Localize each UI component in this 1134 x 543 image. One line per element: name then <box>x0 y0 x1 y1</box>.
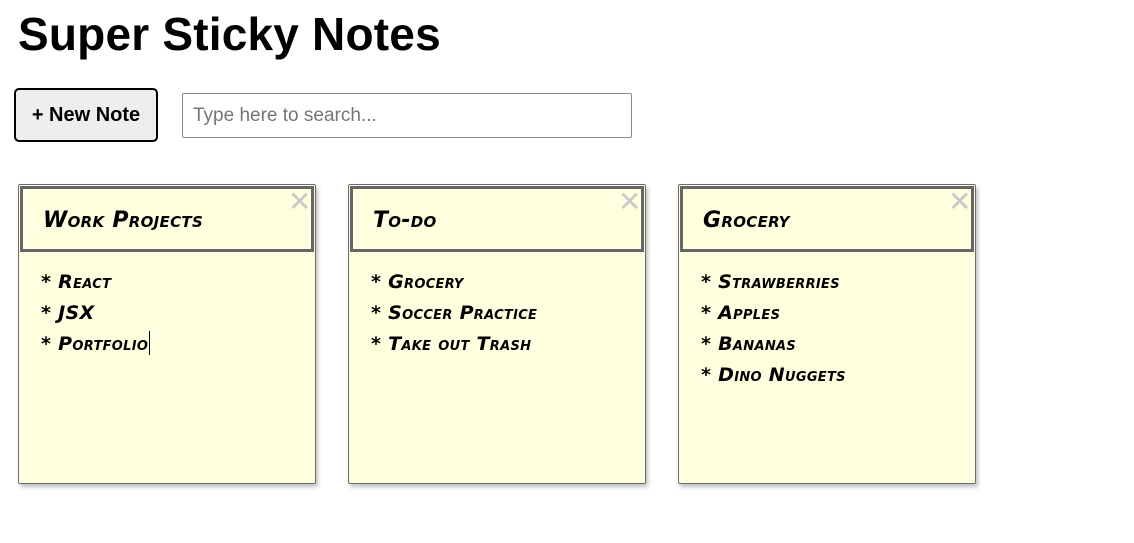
note-line-text: * Portfolio <box>41 333 149 355</box>
note-card: Grocery ✕ * Strawberries * Apples * Bana… <box>678 184 976 484</box>
note-card: To-do ✕ * Grocery * Soccer Practice * Ta… <box>348 184 646 484</box>
note-title: Grocery <box>703 208 790 233</box>
note-body-textarea[interactable]: * React * JSX * Portfolio <box>41 267 305 360</box>
close-icon[interactable]: ✕ <box>288 188 311 216</box>
note-line: * Apples <box>701 302 781 324</box>
note-line: * Soccer Practice <box>371 302 538 324</box>
note-title-field[interactable]: Grocery <box>680 186 974 252</box>
text-caret <box>149 331 151 355</box>
note-line: * Portfolio <box>41 329 305 360</box>
close-icon[interactable]: ✕ <box>948 188 971 216</box>
note-title: To-do <box>373 208 437 233</box>
note-line: * Bananas <box>701 333 797 355</box>
close-icon[interactable]: ✕ <box>618 188 641 216</box>
note-line: * Grocery <box>371 271 464 293</box>
note-line: * Take out Trash <box>371 333 532 355</box>
note-title: Work Projects <box>43 208 204 233</box>
page-title: Super Sticky Notes <box>18 8 441 60</box>
search-input[interactable] <box>182 93 632 138</box>
note-line: * Strawberries <box>701 271 840 293</box>
note-title-field[interactable]: To-do <box>350 186 644 252</box>
note-line: * JSX <box>41 302 95 324</box>
note-card: Work Projects ✕ * React * JSX * Portfoli… <box>18 184 316 484</box>
note-line: * Dino Nuggets <box>701 364 846 386</box>
note-body-textarea[interactable]: * Strawberries * Apples * Bananas * Dino… <box>701 267 965 391</box>
note-body-textarea[interactable]: * Grocery * Soccer Practice * Take out T… <box>371 267 635 360</box>
new-note-button[interactable]: + New Note <box>14 88 158 142</box>
note-title-field[interactable]: Work Projects <box>20 186 314 252</box>
note-line: * React <box>41 271 112 293</box>
